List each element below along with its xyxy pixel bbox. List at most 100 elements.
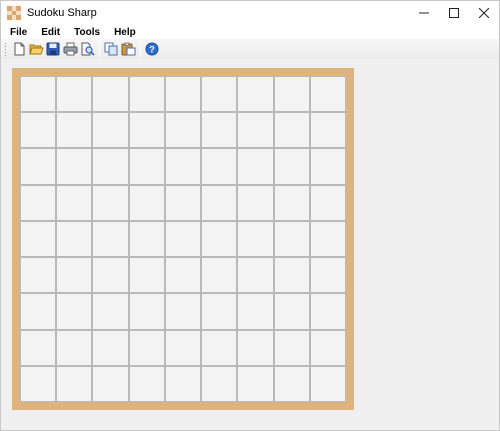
sudoku-cell[interactable] bbox=[93, 149, 128, 184]
sudoku-cell[interactable] bbox=[238, 258, 273, 293]
sudoku-cell[interactable] bbox=[57, 366, 92, 401]
copy-button[interactable] bbox=[103, 41, 119, 57]
sudoku-cell[interactable] bbox=[274, 113, 309, 148]
sudoku-cell[interactable] bbox=[57, 113, 92, 148]
save-button[interactable] bbox=[45, 41, 61, 57]
sudoku-cell[interactable] bbox=[310, 294, 345, 329]
sudoku-cell[interactable] bbox=[238, 77, 273, 112]
sudoku-cell[interactable] bbox=[129, 113, 164, 148]
sudoku-cell[interactable] bbox=[57, 77, 92, 112]
sudoku-cell[interactable] bbox=[165, 330, 201, 365]
sudoku-cell[interactable] bbox=[57, 149, 92, 184]
sudoku-cell[interactable] bbox=[202, 366, 237, 401]
sudoku-cell[interactable] bbox=[202, 294, 237, 329]
close-button[interactable] bbox=[469, 1, 499, 25]
sudoku-cell[interactable] bbox=[238, 330, 273, 365]
sudoku-cell[interactable] bbox=[310, 258, 345, 293]
print-button[interactable] bbox=[62, 41, 78, 57]
title-bar[interactable]: Sudoku Sharp bbox=[1, 1, 499, 25]
sudoku-cell[interactable] bbox=[202, 113, 237, 148]
help-button[interactable]: ? bbox=[144, 41, 160, 57]
sudoku-cell[interactable] bbox=[57, 258, 92, 293]
sudoku-cell[interactable] bbox=[274, 258, 309, 293]
sudoku-cell[interactable] bbox=[274, 149, 309, 184]
sudoku-cell[interactable] bbox=[21, 366, 56, 401]
sudoku-cell[interactable] bbox=[238, 185, 273, 220]
sudoku-cell[interactable] bbox=[21, 185, 56, 220]
sudoku-cell[interactable] bbox=[21, 330, 56, 365]
sudoku-cell[interactable] bbox=[93, 113, 128, 148]
sudoku-cell[interactable] bbox=[202, 77, 237, 112]
sudoku-cell[interactable] bbox=[57, 221, 92, 257]
sudoku-cell[interactable] bbox=[310, 330, 345, 365]
sudoku-cell[interactable] bbox=[93, 330, 128, 365]
sudoku-cell[interactable] bbox=[57, 294, 92, 329]
sudoku-cell[interactable] bbox=[57, 185, 92, 220]
menu-tools[interactable]: Tools bbox=[74, 27, 100, 38]
sudoku-cell[interactable] bbox=[274, 221, 309, 257]
sudoku-cell[interactable] bbox=[274, 330, 309, 365]
sudoku-cell[interactable] bbox=[129, 185, 164, 220]
sudoku-cell[interactable] bbox=[93, 185, 128, 220]
sudoku-cell[interactable] bbox=[129, 294, 164, 329]
sudoku-cell[interactable] bbox=[238, 113, 273, 148]
minimize-button[interactable] bbox=[409, 1, 439, 25]
sudoku-cell[interactable] bbox=[129, 149, 164, 184]
sudoku-cell[interactable] bbox=[129, 258, 164, 293]
sudoku-cell[interactable] bbox=[238, 366, 273, 401]
sudoku-cell[interactable] bbox=[238, 221, 273, 257]
sudoku-cell[interactable] bbox=[274, 77, 309, 112]
sudoku-cell[interactable] bbox=[129, 77, 164, 112]
sudoku-cell[interactable] bbox=[21, 77, 56, 112]
sudoku-cell[interactable] bbox=[274, 185, 309, 220]
sudoku-cell[interactable] bbox=[274, 366, 309, 401]
sudoku-cell[interactable] bbox=[310, 113, 345, 148]
sudoku-cell[interactable] bbox=[238, 149, 273, 184]
sudoku-cell[interactable] bbox=[274, 294, 309, 329]
sudoku-cell[interactable] bbox=[165, 77, 201, 112]
sudoku-cell[interactable] bbox=[93, 258, 128, 293]
sudoku-cell[interactable] bbox=[202, 185, 237, 220]
sudoku-cell[interactable] bbox=[129, 221, 164, 257]
print-preview-button[interactable] bbox=[79, 41, 95, 57]
sudoku-cell[interactable] bbox=[165, 185, 201, 220]
menu-help[interactable]: Help bbox=[114, 27, 136, 38]
sudoku-cell[interactable] bbox=[57, 330, 92, 365]
sudoku-cell[interactable] bbox=[93, 221, 128, 257]
toolbar-grip[interactable] bbox=[4, 42, 7, 56]
sudoku-cell[interactable] bbox=[165, 221, 201, 257]
close-icon bbox=[479, 8, 489, 18]
sudoku-cell[interactable] bbox=[202, 221, 237, 257]
sudoku-cell[interactable] bbox=[238, 294, 273, 329]
sudoku-cell[interactable] bbox=[21, 221, 56, 257]
sudoku-cell[interactable] bbox=[93, 366, 128, 401]
sudoku-cell[interactable] bbox=[310, 366, 345, 401]
sudoku-cell[interactable] bbox=[202, 149, 237, 184]
sudoku-cell[interactable] bbox=[21, 258, 56, 293]
sudoku-cell[interactable] bbox=[93, 77, 128, 112]
menu-edit[interactable]: Edit bbox=[41, 27, 60, 38]
maximize-button[interactable] bbox=[439, 1, 469, 25]
sudoku-cell[interactable] bbox=[202, 330, 237, 365]
sudoku-cell[interactable] bbox=[21, 113, 56, 148]
sudoku-cell[interactable] bbox=[165, 294, 201, 329]
sudoku-cell[interactable] bbox=[129, 366, 164, 401]
sudoku-cell[interactable] bbox=[310, 185, 345, 220]
window-controls bbox=[409, 1, 499, 25]
sudoku-cell[interactable] bbox=[165, 366, 201, 401]
sudoku-cell[interactable] bbox=[165, 113, 201, 148]
sudoku-cell[interactable] bbox=[21, 149, 56, 184]
menu-file[interactable]: File bbox=[10, 27, 27, 38]
paste-button[interactable] bbox=[120, 41, 136, 57]
sudoku-cell[interactable] bbox=[165, 258, 201, 293]
sudoku-cell[interactable] bbox=[202, 258, 237, 293]
sudoku-cell[interactable] bbox=[21, 294, 56, 329]
sudoku-cell[interactable] bbox=[310, 77, 345, 112]
sudoku-cell[interactable] bbox=[310, 221, 345, 257]
open-button[interactable] bbox=[28, 41, 44, 57]
sudoku-cell[interactable] bbox=[165, 149, 201, 184]
sudoku-cell[interactable] bbox=[129, 330, 164, 365]
new-button[interactable] bbox=[11, 41, 27, 57]
sudoku-cell[interactable] bbox=[93, 294, 128, 329]
sudoku-cell[interactable] bbox=[310, 149, 345, 184]
